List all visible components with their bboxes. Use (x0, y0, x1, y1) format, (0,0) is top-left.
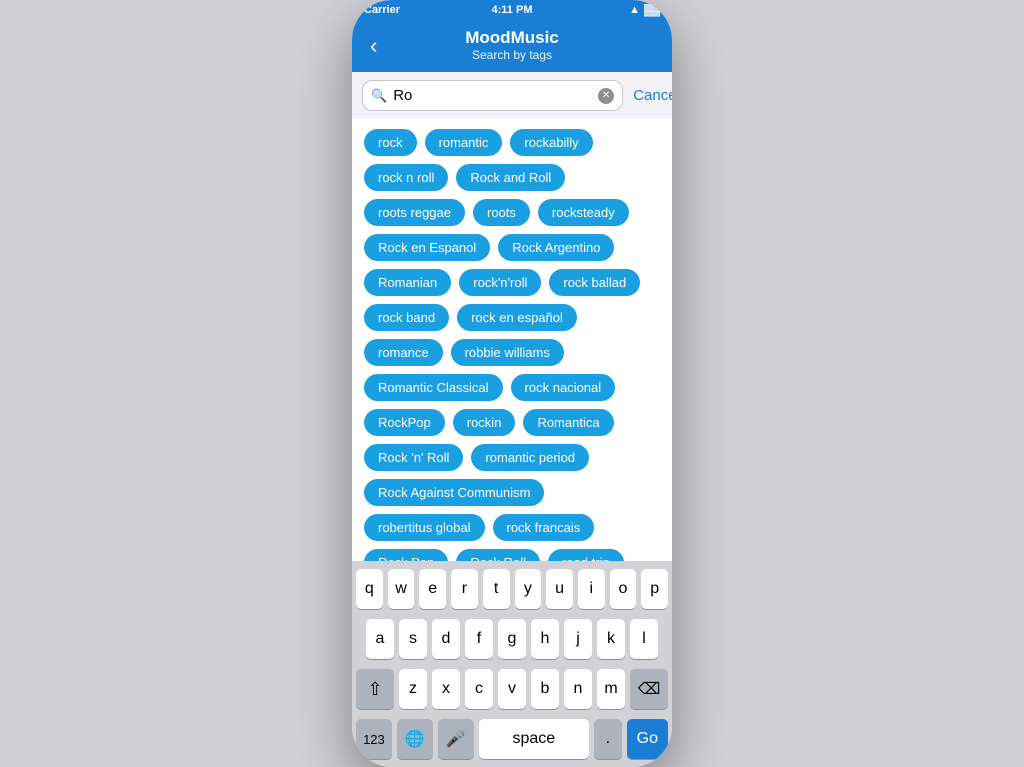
mic-icon: 🎤 (446, 729, 466, 749)
space-label: space (512, 730, 555, 748)
time-label: 4:11 PM (492, 4, 533, 16)
tag-item[interactable]: romantic period (471, 444, 589, 471)
tag-item[interactable]: rock nacional (511, 374, 616, 401)
tag-item[interactable]: rock (364, 129, 417, 156)
key-f[interactable]: f (465, 619, 493, 659)
key-q[interactable]: q (356, 569, 383, 609)
key-w[interactable]: w (388, 569, 415, 609)
tag-item[interactable]: Rock 'n' Roll (364, 444, 463, 471)
tag-item[interactable]: Romanian (364, 269, 451, 296)
key-g[interactable]: g (498, 619, 526, 659)
go-label: Go (637, 730, 658, 748)
tag-item[interactable]: RockPop (364, 409, 445, 436)
tag-item[interactable]: romantic (425, 129, 503, 156)
tag-item[interactable]: Rock en Espanol (364, 234, 490, 261)
key-j[interactable]: j (564, 619, 592, 659)
key-r[interactable]: r (451, 569, 478, 609)
key-l[interactable]: l (630, 619, 658, 659)
key-y[interactable]: y (515, 569, 542, 609)
phone-container: Carrier 4:11 PM ▲ ▓▓ ‹ MoodMusic Search … (352, 0, 672, 767)
back-button[interactable]: ‹ (366, 29, 381, 63)
tag-item[interactable]: Rock Against Communism (364, 479, 544, 506)
shift-icon: ⇧ (367, 679, 382, 700)
tag-item[interactable]: Romantica (523, 409, 613, 436)
key-u[interactable]: u (546, 569, 573, 609)
tag-item[interactable]: roots reggae (364, 199, 465, 226)
status-bar: Carrier 4:11 PM ▲ ▓▓ (352, 0, 672, 20)
key-c[interactable]: c (465, 669, 493, 709)
tag-item[interactable]: Rock Pop (364, 549, 448, 561)
kb-row-bottom: 123 🌐 🎤 space . Go (356, 719, 668, 759)
tags-area: rock romantic rockabilly rock n roll Rock an… (352, 119, 672, 561)
tag-item[interactable]: rock en español (457, 304, 577, 331)
dot-key[interactable]: . (594, 719, 622, 759)
search-icon: 🔍 (371, 88, 387, 104)
key-o[interactable]: o (610, 569, 637, 609)
nav-title: MoodMusic (465, 28, 559, 48)
key-i[interactable]: i (578, 569, 605, 609)
tag-item[interactable]: rock ballad (549, 269, 640, 296)
key-v[interactable]: v (498, 669, 526, 709)
kb-row-1: qwertyuiop (356, 569, 668, 609)
nav-subtitle: Search by tags (472, 48, 552, 62)
tag-item[interactable]: Rock Roll (456, 549, 540, 561)
search-bar: 🔍 ✕ Cancel (352, 72, 672, 119)
tag-item[interactable]: Romantic Classical (364, 374, 503, 401)
tag-item[interactable]: roots (473, 199, 530, 226)
search-input[interactable] (393, 87, 592, 104)
keyboard: qwertyuiop asdfghjkl ⇧ zxcvbnm ⌫ 123 🌐 🎤… (352, 561, 672, 767)
battery-icon: ▓▓ (644, 4, 660, 16)
delete-icon: ⌫ (638, 679, 661, 699)
key-a[interactable]: a (366, 619, 394, 659)
key-e[interactable]: e (419, 569, 446, 609)
status-icons: ▲ ▓▓ (629, 4, 660, 16)
nav-bar: ‹ MoodMusic Search by tags (352, 20, 672, 72)
tag-item[interactable]: rockabilly (510, 129, 592, 156)
key-h[interactable]: h (531, 619, 559, 659)
tag-item[interactable]: rocksteady (538, 199, 629, 226)
dot-label: . (606, 730, 610, 748)
numbers-label: 123 (363, 732, 385, 747)
tag-item[interactable]: rock'n'roll (459, 269, 541, 296)
kb-row-3: ⇧ zxcvbnm ⌫ (356, 669, 668, 709)
mic-key[interactable]: 🎤 (438, 719, 474, 759)
tag-item[interactable]: Rock and Roll (456, 164, 565, 191)
tag-item[interactable]: Rock Argentino (498, 234, 614, 261)
kb-row-2: asdfghjkl (356, 619, 668, 659)
shift-key[interactable]: ⇧ (356, 669, 394, 709)
go-key[interactable]: Go (627, 719, 668, 759)
key-m[interactable]: m (597, 669, 625, 709)
key-b[interactable]: b (531, 669, 559, 709)
globe-icon: 🌐 (405, 729, 425, 749)
tag-item[interactable]: romance (364, 339, 443, 366)
delete-key[interactable]: ⌫ (630, 669, 668, 709)
numbers-key[interactable]: 123 (356, 719, 392, 759)
tag-item[interactable]: rock band (364, 304, 449, 331)
tag-item[interactable]: rock francais (493, 514, 595, 541)
tag-item[interactable]: robertitus global (364, 514, 485, 541)
tag-item[interactable]: rockin (453, 409, 516, 436)
key-n[interactable]: n (564, 669, 592, 709)
tag-item[interactable]: rock n roll (364, 164, 448, 191)
wifi-icon: ▲ (629, 4, 640, 16)
key-z[interactable]: z (399, 669, 427, 709)
key-d[interactable]: d (432, 619, 460, 659)
key-s[interactable]: s (399, 619, 427, 659)
key-x[interactable]: x (432, 669, 460, 709)
tag-item[interactable]: road trip (548, 549, 624, 561)
tag-item[interactable]: robbie williams (451, 339, 564, 366)
tags-container: rock romantic rockabilly rock n roll Rock an… (364, 129, 660, 561)
carrier-label: Carrier (364, 4, 400, 16)
search-input-container: 🔍 ✕ (362, 80, 623, 111)
globe-key[interactable]: 🌐 (397, 719, 433, 759)
clear-button[interactable]: ✕ (598, 88, 614, 104)
cancel-button[interactable]: Cancel (631, 87, 672, 104)
space-key[interactable]: space (479, 719, 589, 759)
key-t[interactable]: t (483, 569, 510, 609)
key-k[interactable]: k (597, 619, 625, 659)
key-p[interactable]: p (641, 569, 668, 609)
